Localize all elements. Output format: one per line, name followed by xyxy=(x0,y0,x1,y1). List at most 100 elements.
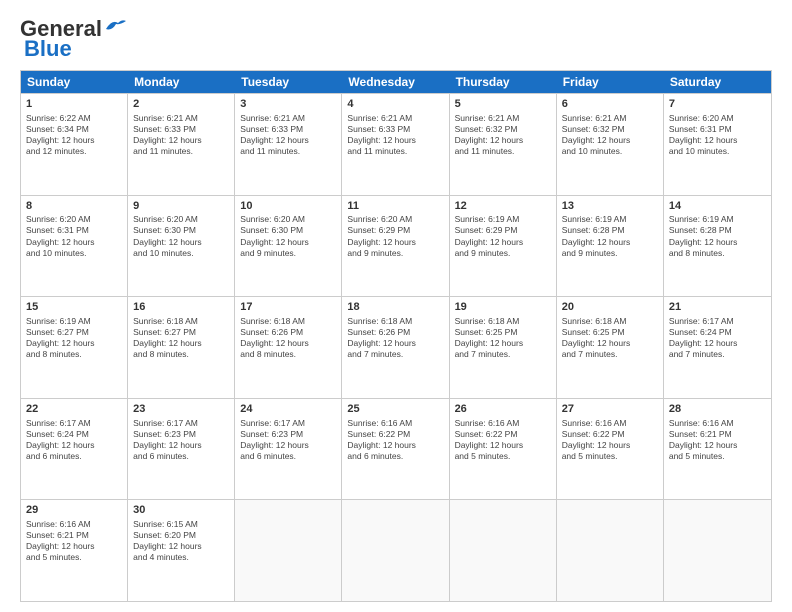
cell-line: Sunset: 6:34 PM xyxy=(26,124,122,135)
cell-line: Sunset: 6:33 PM xyxy=(133,124,229,135)
empty-cell-4-4 xyxy=(450,500,557,601)
cell-line: Sunset: 6:21 PM xyxy=(669,429,766,440)
cell-line: Sunrise: 6:18 AM xyxy=(347,316,443,327)
day-number: 13 xyxy=(562,199,658,214)
cell-line: Daylight: 12 hours xyxy=(669,237,766,248)
day-number: 12 xyxy=(455,199,551,214)
logo-blue: Blue xyxy=(24,36,72,62)
cell-line: Sunset: 6:30 PM xyxy=(133,225,229,236)
cell-line: Sunrise: 6:21 AM xyxy=(562,113,658,124)
header-day-friday: Friday xyxy=(557,71,664,93)
cell-line: and 5 minutes. xyxy=(562,451,658,462)
day-cell-17: 17Sunrise: 6:18 AMSunset: 6:26 PMDayligh… xyxy=(235,297,342,398)
cell-line: Daylight: 12 hours xyxy=(240,338,336,349)
day-cell-28: 28Sunrise: 6:16 AMSunset: 6:21 PMDayligh… xyxy=(664,399,771,500)
cell-line: and 11 minutes. xyxy=(455,146,551,157)
day-cell-2: 2Sunrise: 6:21 AMSunset: 6:33 PMDaylight… xyxy=(128,94,235,195)
cell-line: and 10 minutes. xyxy=(562,146,658,157)
day-number: 20 xyxy=(562,300,658,315)
cell-line: Sunset: 6:24 PM xyxy=(669,327,766,338)
day-number: 10 xyxy=(240,199,336,214)
cell-line: Sunset: 6:25 PM xyxy=(455,327,551,338)
cell-line: Sunset: 6:28 PM xyxy=(669,225,766,236)
day-number: 16 xyxy=(133,300,229,315)
cell-line: Daylight: 12 hours xyxy=(133,440,229,451)
day-cell-12: 12Sunrise: 6:19 AMSunset: 6:29 PMDayligh… xyxy=(450,196,557,297)
cell-line: and 12 minutes. xyxy=(26,146,122,157)
cell-line: Sunrise: 6:20 AM xyxy=(240,214,336,225)
cell-line: Sunrise: 6:16 AM xyxy=(562,418,658,429)
day-number: 22 xyxy=(26,402,122,417)
header-day-wednesday: Wednesday xyxy=(342,71,449,93)
cell-line: Sunrise: 6:18 AM xyxy=(133,316,229,327)
day-number: 24 xyxy=(240,402,336,417)
cell-line: and 10 minutes. xyxy=(26,248,122,259)
cell-line: Sunset: 6:33 PM xyxy=(240,124,336,135)
day-cell-3: 3Sunrise: 6:21 AMSunset: 6:33 PMDaylight… xyxy=(235,94,342,195)
day-cell-16: 16Sunrise: 6:18 AMSunset: 6:27 PMDayligh… xyxy=(128,297,235,398)
calendar-row-4: 22Sunrise: 6:17 AMSunset: 6:24 PMDayligh… xyxy=(21,398,771,500)
cell-line: Sunrise: 6:17 AM xyxy=(669,316,766,327)
day-number: 4 xyxy=(347,97,443,112)
cell-line: Daylight: 12 hours xyxy=(455,135,551,146)
cell-line: Daylight: 12 hours xyxy=(455,237,551,248)
day-cell-20: 20Sunrise: 6:18 AMSunset: 6:25 PMDayligh… xyxy=(557,297,664,398)
cell-line: Sunrise: 6:16 AM xyxy=(455,418,551,429)
cell-line: and 10 minutes. xyxy=(133,248,229,259)
cell-line: Sunrise: 6:21 AM xyxy=(455,113,551,124)
cell-line: Daylight: 12 hours xyxy=(133,237,229,248)
cell-line: Daylight: 12 hours xyxy=(347,338,443,349)
cell-line: and 7 minutes. xyxy=(562,349,658,360)
cell-line: and 7 minutes. xyxy=(669,349,766,360)
empty-cell-4-3 xyxy=(342,500,449,601)
cell-line: Sunrise: 6:15 AM xyxy=(133,519,229,530)
cell-line: Sunrise: 6:20 AM xyxy=(26,214,122,225)
cell-line: Daylight: 12 hours xyxy=(26,237,122,248)
day-number: 11 xyxy=(347,199,443,214)
cell-line: Daylight: 12 hours xyxy=(240,440,336,451)
cell-line: and 11 minutes. xyxy=(347,146,443,157)
cell-line: Sunset: 6:24 PM xyxy=(26,429,122,440)
cell-line: Sunset: 6:29 PM xyxy=(347,225,443,236)
day-number: 27 xyxy=(562,402,658,417)
cell-line: and 8 minutes. xyxy=(669,248,766,259)
cell-line: and 9 minutes. xyxy=(347,248,443,259)
cell-line: Sunset: 6:30 PM xyxy=(240,225,336,236)
header-day-thursday: Thursday xyxy=(450,71,557,93)
empty-cell-4-5 xyxy=(557,500,664,601)
cell-line: and 8 minutes. xyxy=(133,349,229,360)
day-cell-6: 6Sunrise: 6:21 AMSunset: 6:32 PMDaylight… xyxy=(557,94,664,195)
cell-line: and 4 minutes. xyxy=(133,552,229,563)
cell-line: Daylight: 12 hours xyxy=(562,237,658,248)
day-cell-26: 26Sunrise: 6:16 AMSunset: 6:22 PMDayligh… xyxy=(450,399,557,500)
cell-line: and 11 minutes. xyxy=(240,146,336,157)
header: General Blue xyxy=(20,16,772,62)
cell-line: Sunrise: 6:20 AM xyxy=(347,214,443,225)
day-cell-11: 11Sunrise: 6:20 AMSunset: 6:29 PMDayligh… xyxy=(342,196,449,297)
cell-line: Sunrise: 6:16 AM xyxy=(26,519,122,530)
cell-line: and 10 minutes. xyxy=(669,146,766,157)
cell-line: and 6 minutes. xyxy=(133,451,229,462)
calendar-body: 1Sunrise: 6:22 AMSunset: 6:34 PMDaylight… xyxy=(21,93,771,601)
day-cell-25: 25Sunrise: 6:16 AMSunset: 6:22 PMDayligh… xyxy=(342,399,449,500)
day-number: 29 xyxy=(26,503,122,518)
logo: General Blue xyxy=(20,16,126,62)
cell-line: Sunrise: 6:21 AM xyxy=(347,113,443,124)
empty-cell-4-2 xyxy=(235,500,342,601)
day-cell-19: 19Sunrise: 6:18 AMSunset: 6:25 PMDayligh… xyxy=(450,297,557,398)
cell-line: and 8 minutes. xyxy=(240,349,336,360)
calendar-row-1: 1Sunrise: 6:22 AMSunset: 6:34 PMDaylight… xyxy=(21,93,771,195)
cell-line: Daylight: 12 hours xyxy=(562,338,658,349)
cell-line: and 5 minutes. xyxy=(26,552,122,563)
header-day-tuesday: Tuesday xyxy=(235,71,342,93)
cell-line: Sunrise: 6:18 AM xyxy=(455,316,551,327)
day-cell-18: 18Sunrise: 6:18 AMSunset: 6:26 PMDayligh… xyxy=(342,297,449,398)
day-number: 28 xyxy=(669,402,766,417)
cell-line: Sunrise: 6:20 AM xyxy=(133,214,229,225)
day-number: 6 xyxy=(562,97,658,112)
day-cell-13: 13Sunrise: 6:19 AMSunset: 6:28 PMDayligh… xyxy=(557,196,664,297)
cell-line: Sunset: 6:28 PM xyxy=(562,225,658,236)
cell-line: and 7 minutes. xyxy=(455,349,551,360)
cell-line: and 7 minutes. xyxy=(347,349,443,360)
day-cell-9: 9Sunrise: 6:20 AMSunset: 6:30 PMDaylight… xyxy=(128,196,235,297)
